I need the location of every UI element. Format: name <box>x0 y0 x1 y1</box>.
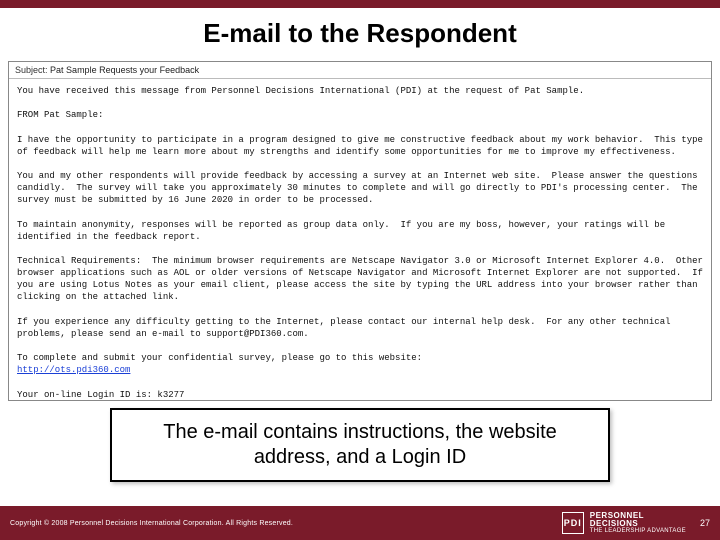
logo-text: PERSONNEL DECISIONS THE LEADERSHIP ADVAN… <box>590 512 686 534</box>
email-url-link[interactable]: http://ots.pdi360.com <box>17 365 130 375</box>
logo: PDI PERSONNEL DECISIONS THE LEADERSHIP A… <box>562 512 710 534</box>
page-title: E-mail to the Respondent <box>0 8 720 61</box>
subject-row: Subject: Pat Sample Requests your Feedba… <box>9 62 711 79</box>
callout-box: The e-mail contains instructions, the we… <box>110 408 610 482</box>
logo-abbr: PDI <box>562 512 584 534</box>
email-p8: To complete and submit your confidential… <box>17 353 422 363</box>
email-p5: To maintain anonymity, responses will be… <box>17 220 671 242</box>
footer-bar: Copyright © 2008 Personnel Decisions Int… <box>0 506 720 540</box>
email-p1: You have received this message from Pers… <box>17 86 584 96</box>
email-p6: Technical Requirements: The minimum brow… <box>17 256 708 302</box>
email-p2: FROM Pat Sample: <box>17 110 103 120</box>
email-p9: Your on-line Login ID is: k3277 <box>17 390 184 400</box>
subject-label: Subject: <box>15 65 48 75</box>
top-border <box>0 0 720 8</box>
logo-line2: DECISIONS <box>590 520 686 528</box>
page-number: 27 <box>700 518 710 528</box>
email-body: You have received this message from Pers… <box>9 79 711 401</box>
email-p3: I have the opportunity to participate in… <box>17 135 708 157</box>
logo-tagline: THE LEADERSHIP ADVANTAGE <box>590 528 686 534</box>
subject-value: Pat Sample Requests your Feedback <box>50 65 199 75</box>
email-p7: If you experience any difficulty getting… <box>17 317 676 339</box>
slide: E-mail to the Respondent Subject: Pat Sa… <box>0 0 720 540</box>
email-p4: You and my other respondents will provid… <box>17 171 703 205</box>
copyright-text: Copyright © 2008 Personnel Decisions Int… <box>10 520 293 527</box>
email-panel: Subject: Pat Sample Requests your Feedba… <box>8 61 712 401</box>
